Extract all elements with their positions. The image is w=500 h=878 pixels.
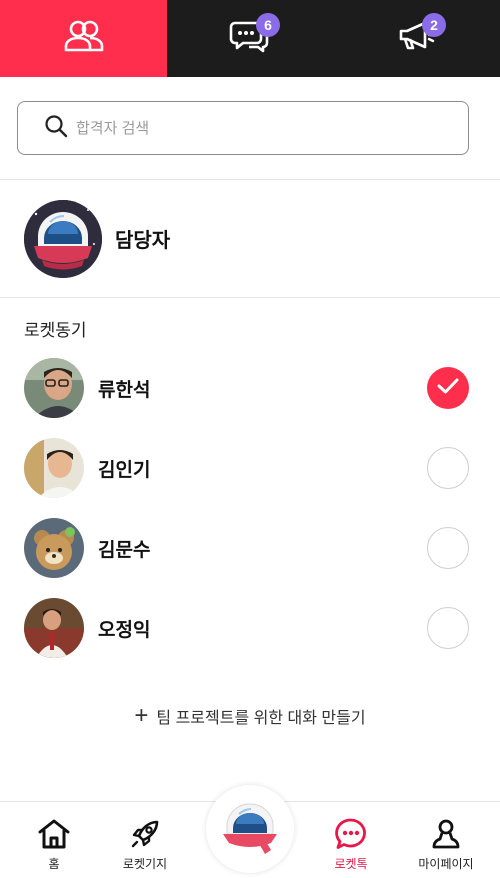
member-avatar xyxy=(24,518,84,578)
search-box[interactable] xyxy=(17,101,469,155)
member-row[interactable]: 오정익 xyxy=(0,598,500,658)
member-name: 김인기 xyxy=(98,459,151,481)
check-icon xyxy=(437,377,459,400)
nav-my-page[interactable]: 마이페이지 xyxy=(414,802,478,878)
search-input[interactable] xyxy=(76,119,436,137)
manager-row[interactable]: 담당자 xyxy=(0,180,500,298)
member-name: 오정익 xyxy=(98,619,151,641)
nav-home-label: 홈 xyxy=(48,857,60,871)
chat-badge: 6 xyxy=(256,13,280,37)
member-checkbox[interactable] xyxy=(427,527,469,569)
member-avatar xyxy=(24,358,84,418)
nav-rocket-talk[interactable]: 로켓톡 xyxy=(320,802,382,878)
rocket-icon xyxy=(129,816,161,852)
nav-rocket-base-label: 로켓기지 xyxy=(122,857,168,871)
people-icon xyxy=(64,19,104,58)
manager-avatar xyxy=(24,199,102,278)
home-icon xyxy=(37,816,71,852)
member-checkbox[interactable] xyxy=(427,607,469,649)
plus-icon: + xyxy=(134,702,149,729)
create-team-chat-label: 팀 프로젝트를 위한 대화 만들기 xyxy=(156,710,366,727)
member-avatar xyxy=(24,598,84,658)
chat-bubble-icon xyxy=(334,816,368,852)
manager-name: 담당자 xyxy=(115,230,171,252)
person-icon xyxy=(431,816,461,852)
search-section xyxy=(0,77,500,180)
member-name: 김문수 xyxy=(98,539,151,561)
astronaut-helmet-icon xyxy=(217,794,283,865)
tab-notice[interactable]: 2 xyxy=(333,0,500,77)
member-checkbox[interactable] xyxy=(427,367,469,409)
member-name: 류한석 xyxy=(98,379,151,401)
nav-my-page-label: 마이페이지 xyxy=(418,857,474,871)
notice-badge: 2 xyxy=(422,13,446,37)
tab-chat[interactable]: 6 xyxy=(167,0,333,77)
nav-rocket-talk-label: 로켓톡 xyxy=(334,857,368,871)
top-tab-bar: 6 2 xyxy=(0,0,500,77)
tab-members[interactable] xyxy=(0,0,167,77)
member-checkbox[interactable] xyxy=(427,447,469,489)
search-icon xyxy=(44,114,68,143)
create-team-chat-button[interactable]: + 팀 프로젝트를 위한 대화 만들기 xyxy=(0,700,500,732)
member-avatar xyxy=(24,438,84,498)
section-title: 로켓동기 xyxy=(24,321,87,340)
member-row[interactable]: 김인기 xyxy=(0,438,500,498)
nav-home[interactable]: 홈 xyxy=(24,802,84,878)
member-row[interactable]: 류한석 xyxy=(0,358,500,418)
nav-rocket-base[interactable]: 로켓기지 xyxy=(112,802,178,878)
member-row[interactable]: 김문수 xyxy=(0,518,500,578)
center-astronaut-button[interactable] xyxy=(206,785,294,873)
